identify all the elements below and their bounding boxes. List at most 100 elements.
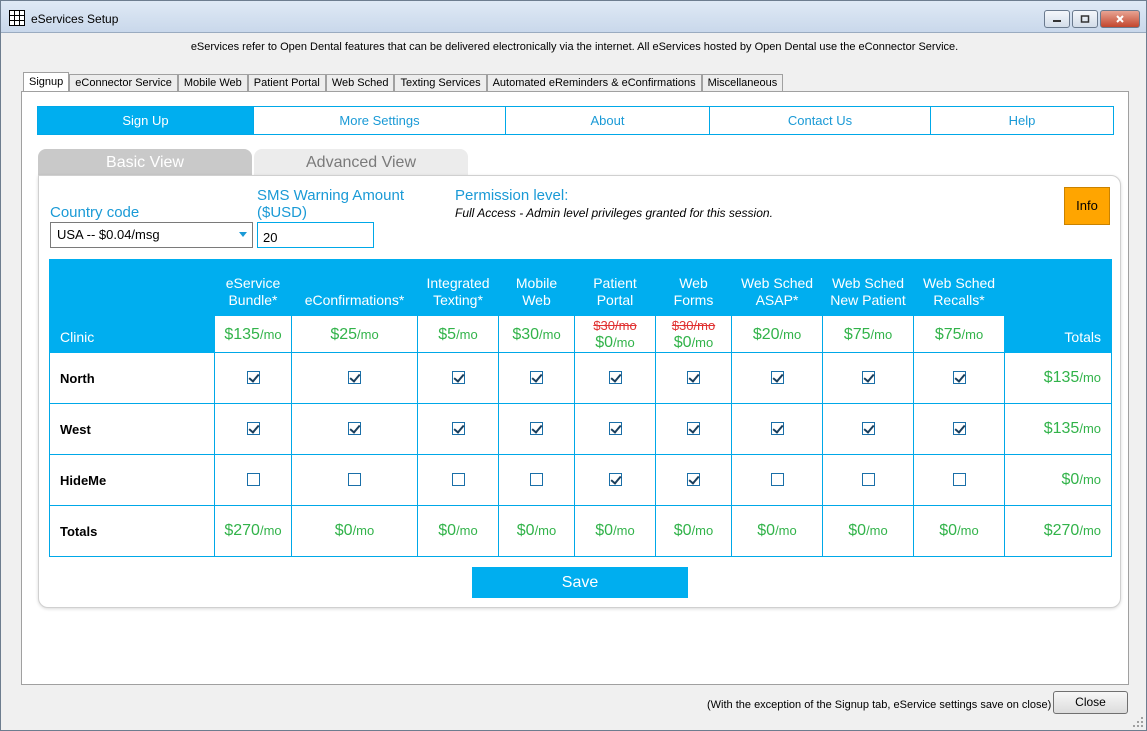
tab-patient-portal[interactable]: Patient Portal (247, 74, 326, 92)
service-checkbox[interactable] (770, 422, 784, 436)
window-controls (1042, 10, 1140, 28)
service-cell (822, 403, 914, 455)
nav-sign-up[interactable]: Sign Up (38, 107, 254, 134)
row-total-unit: /mo (1079, 421, 1101, 436)
clinic-column-header: Clinic (49, 259, 215, 353)
nav-about[interactable]: About (506, 107, 710, 134)
service-cell (291, 454, 418, 506)
service-checkbox[interactable] (861, 371, 875, 385)
save-button[interactable]: Save (472, 567, 688, 598)
current-price: $0/mo (575, 334, 655, 351)
service-checkbox[interactable] (861, 422, 875, 436)
advanced-view-tab[interactable]: Advanced View (254, 149, 468, 177)
service-checkbox[interactable] (451, 473, 465, 487)
service-cell (417, 454, 499, 506)
service-column-header: Web Sched ASAP* (731, 259, 823, 316)
current-price: $135/mo (215, 326, 291, 343)
price-amount: $20 (752, 325, 780, 343)
tab-texting-services[interactable]: Texting Services (394, 74, 487, 92)
service-checkbox[interactable] (348, 473, 361, 487)
service-checkbox[interactable] (687, 473, 700, 487)
tab-automated-ereminders-econfirmations[interactable]: Automated eReminders & eConfirmations (486, 74, 702, 92)
country-code-select[interactable]: USA -- $0.04/msg (50, 222, 253, 248)
service-column-header: Mobile Web (498, 259, 575, 316)
basic-view-tab[interactable]: Basic View (38, 149, 252, 177)
grand-total: $270/mo (1004, 505, 1112, 557)
service-header-line1: Web Sched (740, 275, 814, 291)
service-cell (655, 352, 732, 404)
service-cell (417, 403, 499, 455)
service-header-line2: eConfirmations* (304, 292, 405, 308)
maximize-button[interactable] (1072, 10, 1098, 28)
service-price: $25/mo (291, 315, 418, 353)
nav-help[interactable]: Help (931, 107, 1113, 134)
service-checkbox[interactable] (246, 473, 260, 487)
price-unit: /mo (961, 326, 984, 342)
current-price: $25/mo (292, 326, 417, 343)
service-header-line2: Web (522, 292, 551, 308)
permission-level-label: Permission level: (455, 187, 569, 204)
close-button[interactable]: Close (1053, 691, 1128, 714)
service-checkbox[interactable] (530, 473, 543, 487)
service-checkbox[interactable] (348, 371, 361, 385)
service-header-line2: Portal (596, 292, 634, 308)
footer-note: (With the exception of the Signup tab, e… (707, 699, 1052, 711)
sms-warning-amount-input[interactable] (257, 222, 374, 248)
original-price: $30/mo (593, 318, 637, 333)
service-checkbox[interactable] (687, 422, 700, 436)
price-amount: $75 (934, 325, 962, 343)
service-checkbox[interactable] (348, 422, 361, 436)
resize-grip-icon[interactable] (1132, 716, 1144, 728)
service-checkbox[interactable] (861, 473, 875, 487)
column-total-unit: /mo (534, 523, 557, 538)
close-window-button[interactable] (1100, 10, 1140, 28)
service-checkbox[interactable] (246, 422, 260, 436)
service-checkbox[interactable] (687, 371, 700, 385)
service-checkbox[interactable] (451, 371, 465, 385)
service-checkbox[interactable] (608, 473, 622, 487)
row-total-amount: $0 (1061, 471, 1080, 488)
tab-econnector-service[interactable]: eConnector Service (69, 74, 178, 92)
price-amount: $135 (224, 325, 260, 343)
totals-row-label: Totals (49, 505, 215, 557)
service-checkbox[interactable] (451, 422, 465, 436)
nav-contact-us[interactable]: Contact Us (710, 107, 931, 134)
service-header-line2: Recalls* (933, 292, 985, 308)
service-checkbox[interactable] (608, 371, 622, 385)
info-button[interactable]: Info (1064, 187, 1110, 225)
row-total: $135/mo (1004, 403, 1112, 455)
tab-signup[interactable]: Signup (23, 72, 70, 92)
column-total: $0/mo (417, 505, 499, 557)
service-checkbox[interactable] (770, 371, 784, 385)
service-price: $135/mo (214, 315, 292, 353)
service-checkbox[interactable] (770, 473, 784, 487)
price-unit: /mo (539, 326, 561, 342)
service-checkbox[interactable] (608, 422, 622, 436)
service-cell (822, 454, 914, 506)
service-checkbox[interactable] (246, 371, 260, 385)
country-code-label: Country code (50, 204, 140, 221)
service-column-header: Web Sched Recalls* (913, 259, 1005, 316)
tab-web-sched[interactable]: Web Sched (325, 74, 395, 92)
row-total: $0/mo (1004, 454, 1112, 506)
service-checkbox[interactable] (952, 422, 966, 436)
service-checkbox[interactable] (530, 371, 543, 385)
service-cell (574, 403, 656, 455)
minimize-button[interactable] (1044, 10, 1070, 28)
maximize-icon (1080, 15, 1090, 23)
column-total-amount: $0 (939, 522, 958, 539)
service-checkbox[interactable] (952, 371, 966, 385)
service-cell (498, 403, 575, 455)
column-total-amount: $0 (516, 522, 535, 539)
column-total: $0/mo (913, 505, 1005, 557)
price-unit: /mo (870, 326, 893, 342)
service-checkbox[interactable] (952, 473, 966, 487)
nav-more-settings[interactable]: More Settings (254, 107, 506, 134)
service-checkbox[interactable] (530, 422, 543, 436)
title-bar[interactable]: eServices Setup (1, 1, 1146, 33)
service-header-line2: New Patient (830, 292, 906, 308)
tab-miscellaneous[interactable]: Miscellaneous (701, 74, 784, 92)
service-cell (655, 454, 732, 506)
tab-mobile-web[interactable]: Mobile Web (177, 74, 248, 92)
table-row: North $135/mo (49, 352, 1112, 404)
